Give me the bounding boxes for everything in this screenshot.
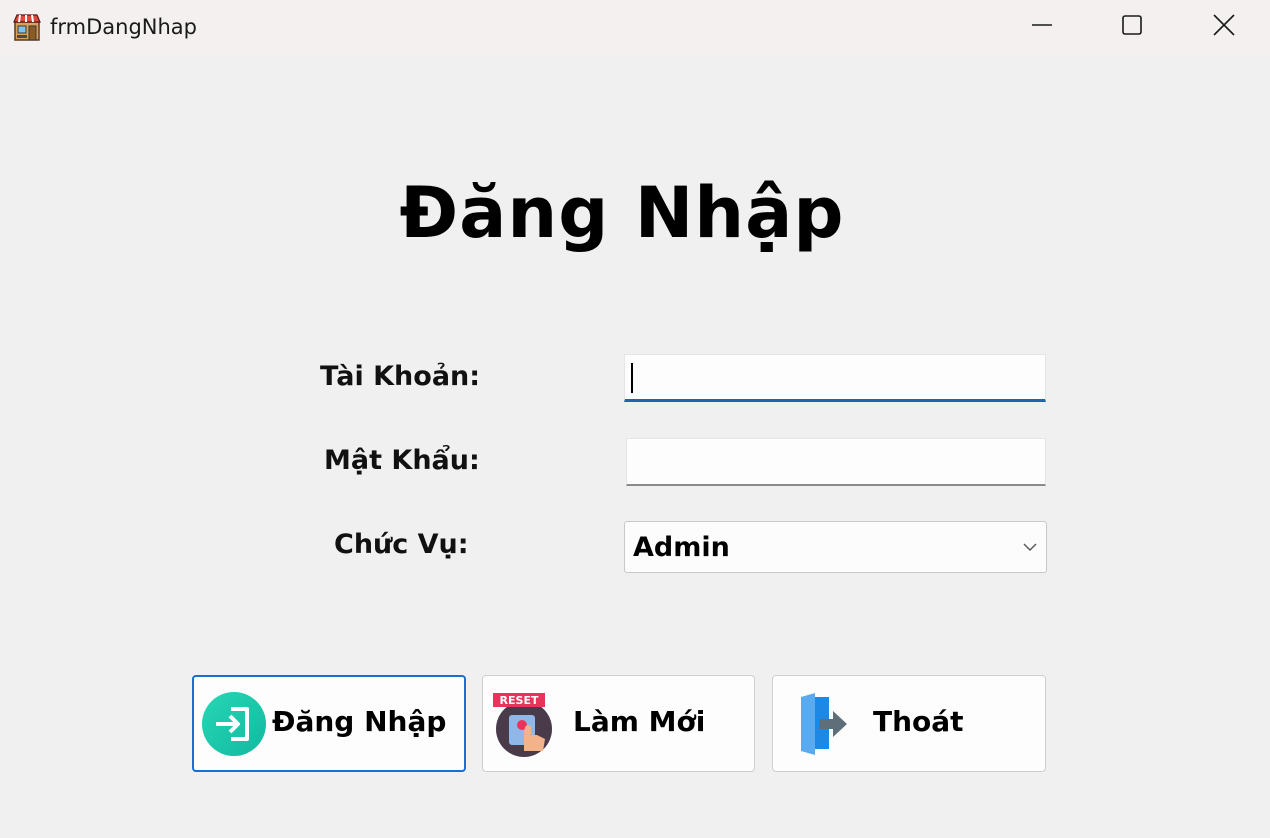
reset-button-icon: RESET (493, 693, 552, 757)
reset-button-label: Làm Mới (573, 705, 706, 738)
reset-icon-text: RESET (500, 694, 539, 707)
role-label: Chức Vụ: (334, 529, 469, 560)
exit-button-label: Thoát (873, 705, 964, 738)
store-icon (12, 12, 42, 42)
login-button-label: Đăng Nhập (272, 705, 447, 738)
title-bar[interactable]: frmDangNhap (0, 0, 1270, 56)
role-selected-value: Admin (633, 532, 730, 563)
chevron-down-icon[interactable] (1022, 540, 1038, 554)
login-heading: Đăng Nhập (399, 172, 845, 254)
minimize-icon (1032, 24, 1052, 26)
close-icon (1213, 14, 1235, 36)
maximize-button[interactable] (1086, 0, 1178, 50)
close-button[interactable] (1178, 0, 1270, 50)
role-select[interactable]: Admin (624, 521, 1047, 573)
reset-button[interactable]: RESET Làm Mới (482, 675, 755, 772)
password-label: Mật Khẩu: (324, 445, 480, 476)
username-label: Tài Khoản: (320, 361, 481, 392)
login-arrow-icon (202, 692, 266, 756)
exit-button[interactable]: Thoát (772, 675, 1046, 772)
login-window: frmDangNhap Đăng Nhập Tài Khoản: Mật Khẩ… (0, 0, 1270, 838)
username-input[interactable] (624, 354, 1046, 402)
login-button[interactable]: Đăng Nhập (192, 675, 466, 772)
window-title: frmDangNhap (50, 15, 198, 39)
text-caret (631, 363, 633, 393)
maximize-icon (1122, 15, 1142, 35)
exit-door-icon (801, 693, 847, 755)
minimize-button[interactable] (996, 0, 1088, 50)
password-input[interactable] (626, 438, 1046, 486)
